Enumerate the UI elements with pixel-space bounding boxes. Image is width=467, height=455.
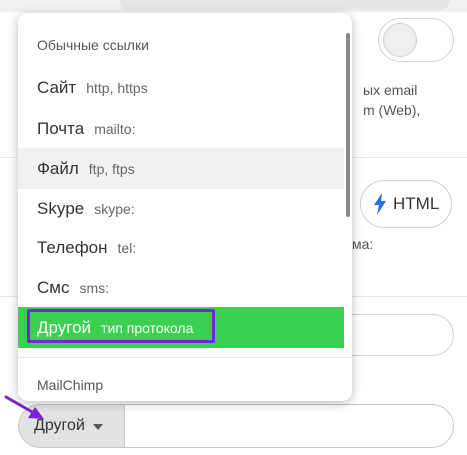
- toggle-switch[interactable]: [378, 18, 454, 62]
- dropdown-item-mail[interactable]: Почта mailto:: [18, 108, 344, 149]
- dropdown-item-sms[interactable]: Смс sms:: [18, 267, 344, 308]
- link-type-dropdown: Обычные ссылки Сайт http, https Почта ma…: [18, 13, 352, 401]
- dropdown-separator: [18, 357, 352, 358]
- dropdown-item-skype[interactable]: Skype skype:: [18, 188, 344, 229]
- item-name: Почта: [37, 118, 85, 138]
- caret-down-icon: [92, 424, 103, 430]
- dropdown-item-phone[interactable]: Телефон tel:: [18, 227, 344, 268]
- dropdown-item-site[interactable]: Сайт http, https: [18, 67, 344, 108]
- item-name: Сайт: [37, 77, 77, 97]
- description-text-line-1: ых email: [363, 82, 418, 98]
- item-name: Файл: [37, 158, 79, 178]
- dropdown-item-file[interactable]: Файл ftp, ftps: [18, 148, 344, 189]
- scrollbar-thumb[interactable]: [346, 33, 350, 217]
- item-name: Skype: [37, 198, 85, 218]
- item-protocol: sms:: [79, 279, 110, 296]
- url-input[interactable]: [340, 314, 454, 356]
- item-protocol: http, https: [86, 79, 148, 96]
- field-label-text: ма:: [352, 236, 374, 252]
- item-protocol: tel:: [117, 239, 137, 256]
- item-protocol: mailto:: [94, 120, 136, 137]
- html-button-label: HTML: [393, 194, 440, 213]
- link-input-group: Другой: [18, 404, 454, 448]
- dropdown-group-header: Обычные ссылки: [37, 37, 149, 53]
- dropdown-scrollbar[interactable]: [346, 25, 350, 393]
- item-protocol: skype:: [94, 200, 135, 217]
- link-value-input[interactable]: [124, 404, 454, 448]
- top-bar-shadow: [120, 0, 450, 10]
- item-name: Телефон: [37, 237, 108, 257]
- toggle-knob: [383, 23, 417, 57]
- dropdown-item-other[interactable]: Другой тип протокола: [18, 307, 344, 348]
- html-button[interactable]: HTML: [360, 180, 452, 228]
- item-name: Смс: [37, 277, 70, 297]
- lightning-icon: [373, 193, 387, 215]
- highlight-box: [27, 309, 215, 343]
- description-text-line-2: m (Web),: [363, 102, 421, 118]
- dropdown-group-header-mailchimp: MailChimp: [37, 377, 104, 393]
- item-protocol: ftp, ftps: [88, 160, 135, 177]
